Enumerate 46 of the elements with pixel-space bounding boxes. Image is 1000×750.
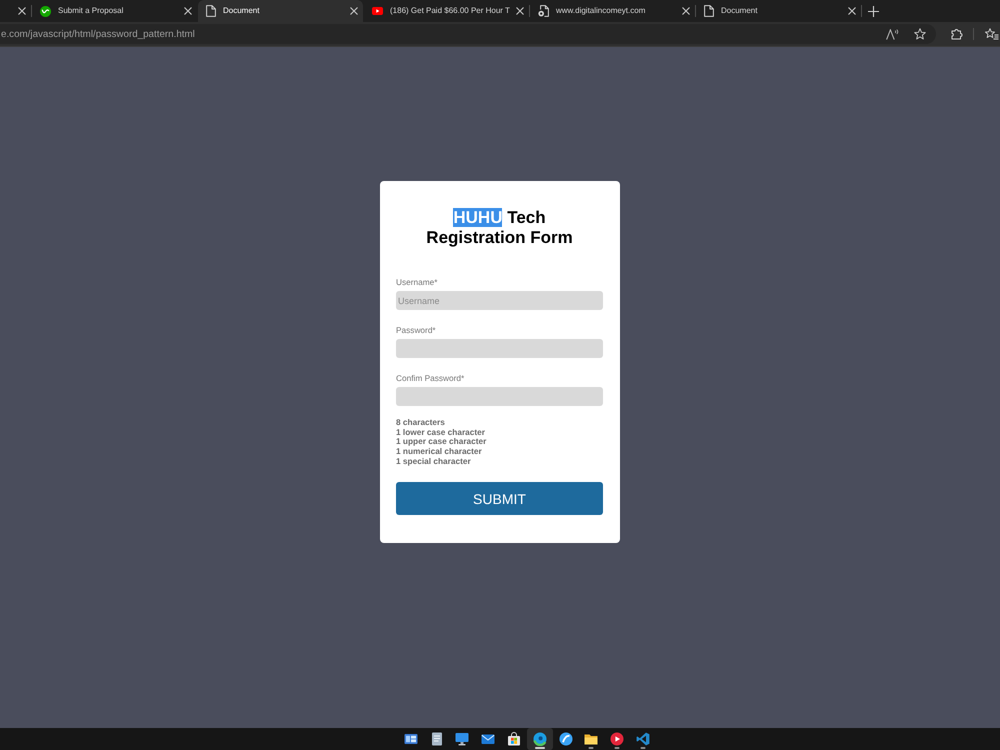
field-label: Password* — [396, 325, 437, 335]
browser-tab[interactable]: Document — [696, 0, 861, 22]
browser-icon — [532, 732, 547, 746]
store-bag-icon — [507, 732, 522, 746]
requirement-text: 1 lower case character — [396, 428, 486, 438]
close-icon[interactable] — [848, 7, 856, 15]
document-icon — [704, 5, 714, 17]
document-badge-icon — [538, 5, 549, 17]
close-icon[interactable] — [682, 7, 690, 15]
document-icon — [206, 5, 216, 17]
close-icon[interactable] — [184, 7, 192, 15]
widgets-icon — [404, 732, 418, 746]
browser-tab[interactable]: Submit a Proposal — [32, 0, 197, 22]
folder-icon — [584, 732, 598, 746]
puzzle-icon[interactable] — [951, 28, 963, 40]
field-label: Confim Password* — [396, 373, 466, 383]
circle-app-icon — [558, 732, 573, 746]
taskbar-button[interactable] — [526, 728, 553, 750]
form-title: HUHU Tech Registration Form — [425, 208, 574, 248]
requirement-text: 1 numerical character — [396, 447, 483, 457]
close-icon[interactable] — [18, 7, 26, 15]
input-field[interactable] — [396, 387, 603, 406]
browser-tab[interactable]: (186) Get Paid $66.00 Per Hour T — [364, 0, 529, 22]
requirement-text: 1 special character — [396, 456, 472, 467]
star-icon[interactable] — [914, 28, 926, 40]
mail-icon — [481, 732, 496, 746]
requirement-text: 8 characters — [396, 418, 446, 428]
code-editor-icon — [636, 732, 650, 746]
submit-button[interactable]: SUBMIT — [396, 482, 603, 516]
logo-icon — [40, 6, 51, 16]
address-field[interactable]: e.com/javascript/html/password_pattern.html — [0, 24, 936, 44]
field-label: Username* — [396, 277, 439, 287]
requirement-text: 1 upper case character — [396, 437, 488, 448]
read-aloud-icon[interactable] — [886, 28, 899, 40]
close-icon[interactable] — [516, 7, 524, 15]
play-circle-icon — [610, 732, 624, 746]
input-field[interactable]: Username — [396, 291, 603, 310]
browser-tab[interactable]: www.digitalincomeyt.com — [530, 0, 695, 22]
monitor-icon — [455, 732, 470, 746]
notepad-icon — [430, 732, 444, 746]
star-list-icon[interactable] — [985, 28, 999, 40]
plus-icon[interactable] — [868, 6, 879, 16]
input-field[interactable] — [396, 339, 603, 358]
browser-tab[interactable]: Document — [198, 0, 363, 22]
video-play-icon — [372, 7, 383, 15]
close-icon[interactable] — [350, 7, 358, 15]
